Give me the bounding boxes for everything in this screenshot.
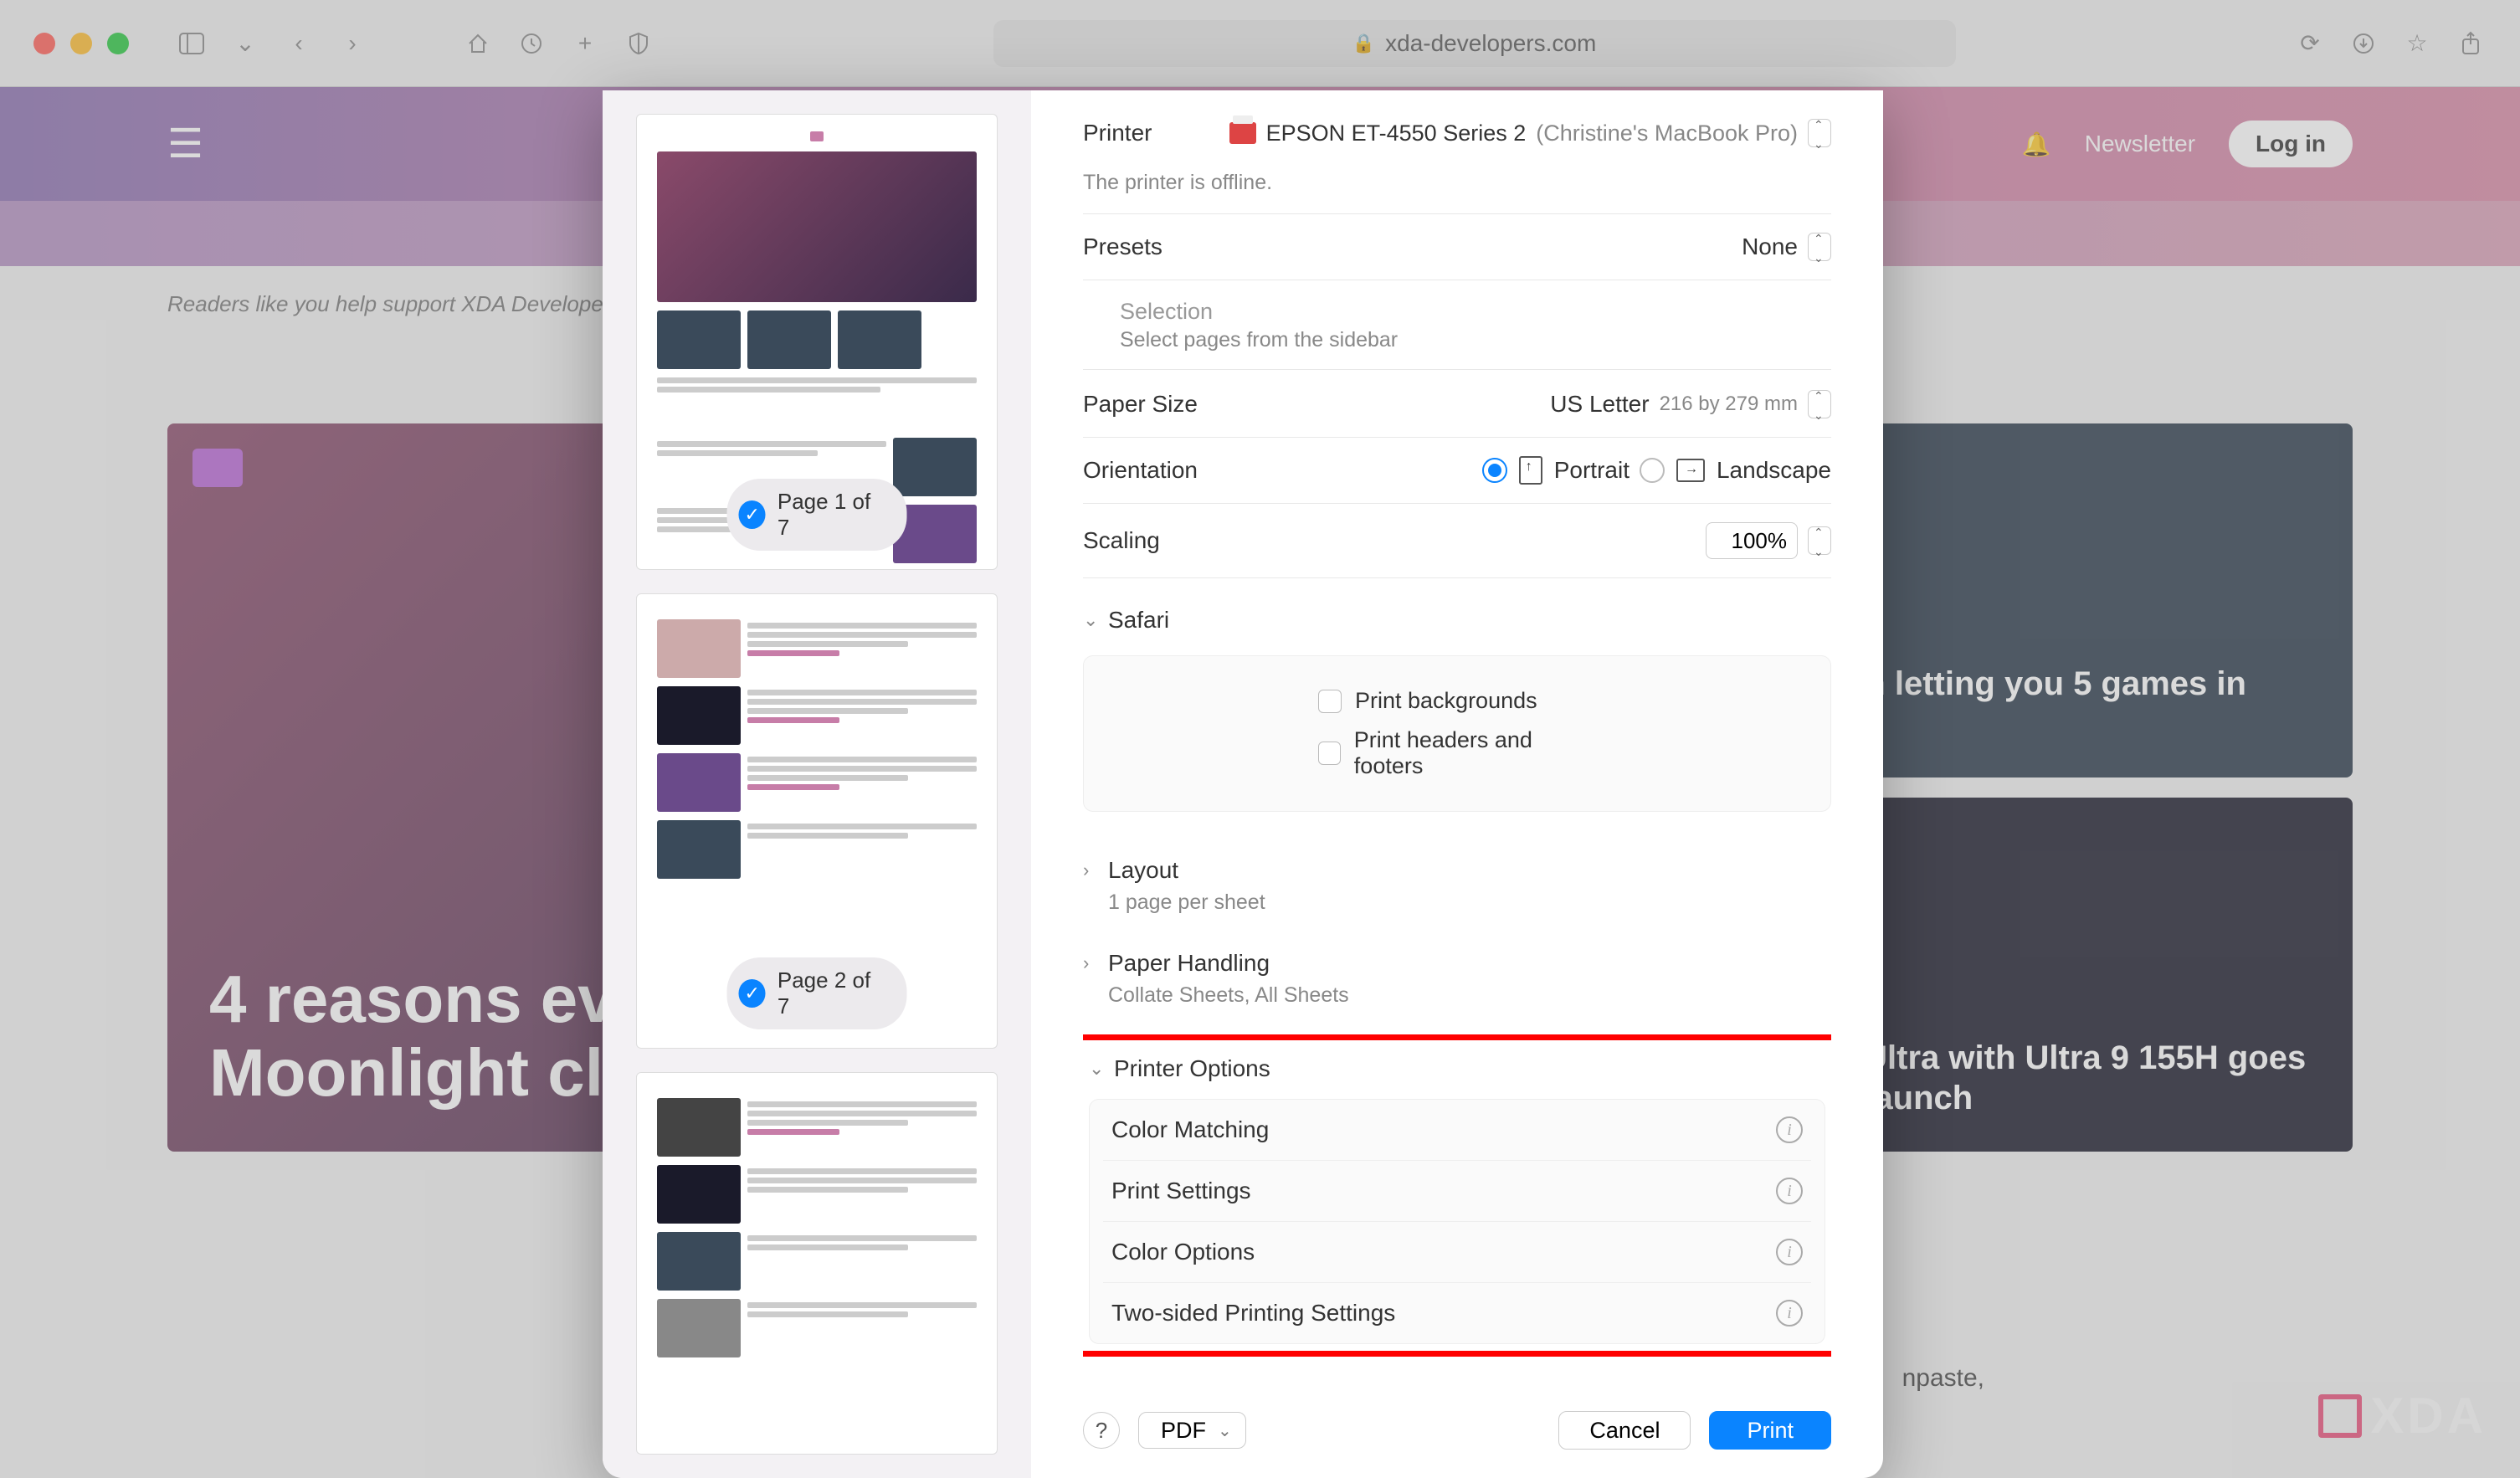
scaling-row: Scaling [1083,504,1831,578]
safari-section[interactable]: ⌄ Safari [1083,578,1831,640]
scaling-input[interactable] [1706,522,1798,559]
info-icon[interactable]: i [1776,1178,1803,1204]
info-icon[interactable]: i [1776,1116,1803,1143]
thumbnail-page-2[interactable]: ✓ Page 2 of 7 [636,593,998,1049]
newsletter-link[interactable]: Newsletter [2085,131,2195,157]
checkbox-icon[interactable] [1318,742,1341,765]
new-tab-icon[interactable]: + [569,28,601,59]
layout-section[interactable]: › Layout [1083,839,1831,890]
stepper-icon[interactable] [1808,119,1831,147]
home-icon[interactable] [462,28,494,59]
presets-row[interactable]: Presets None [1083,214,1831,280]
print-button[interactable]: Print [1709,1411,1831,1450]
stepper-icon[interactable] [1808,390,1831,418]
printer-options-section[interactable]: ⌄ Printer Options [1089,1050,1825,1089]
address-bar[interactable]: 🔒 xda-developers.com [993,20,1956,67]
printer-options-highlight: ⌄ Printer Options Color Matching i Print… [1083,1034,1831,1357]
window-controls [33,33,129,54]
two-sided-option[interactable]: Two-sided Printing Settings i [1103,1283,1811,1343]
paper-size-row[interactable]: Paper Size US Letter 216 by 279 mm [1083,372,1831,438]
color-matching-option[interactable]: Color Matching i [1103,1100,1811,1161]
orientation-row: Orientation Portrait Landscape [1083,438,1831,504]
minimize-window[interactable] [70,33,92,54]
lock-icon: 🔒 [1352,33,1375,54]
back-icon[interactable]: ‹ [283,28,315,59]
cancel-button[interactable]: Cancel [1558,1411,1691,1450]
paper-handling-sub: Collate Sheets, All Sheets [1083,983,1831,1024]
safari-toolbar: ⌄ ‹ › + 🔒 xda-developers.com ⟳ ☆ [0,0,2520,87]
selection-row-partial: Selection Select pages from the sidebar [1083,295,1831,370]
checkbox-icon[interactable] [1318,690,1342,713]
forward-icon[interactable]: › [336,28,368,59]
printer-status-row: The printer is offline. [1083,166,1831,214]
login-button[interactable]: Log in [2229,121,2353,167]
check-icon: ✓ [739,500,766,529]
menu-icon[interactable]: ☰ [167,121,203,167]
color-options-option[interactable]: Color Options i [1103,1222,1811,1283]
print-backgrounds-checkbox[interactable]: Print backgrounds [1318,681,1596,721]
printer-row[interactable]: Printer EPSON ET-4550 Series 2 (Christin… [1083,90,1831,166]
landscape-icon [1676,459,1705,482]
reload-icon[interactable]: ⟳ [2294,28,2326,59]
bg-text: npaste, [1902,1364,1984,1393]
info-icon[interactable]: i [1776,1300,1803,1327]
check-icon: ✓ [739,979,766,1008]
downloads-icon[interactable] [2348,28,2379,59]
favorite-icon[interactable]: ☆ [2401,28,2433,59]
sidebar-toggle-icon[interactable] [176,28,208,59]
portrait-icon [1519,456,1542,485]
privacy-icon[interactable] [623,28,654,59]
page-pill-2: ✓ Page 2 of 7 [727,957,907,1029]
print-settings-option[interactable]: Print Settings i [1103,1161,1811,1222]
history-icon[interactable] [516,28,547,59]
pdf-dropdown[interactable]: PDF ⌄ [1138,1412,1246,1449]
paper-handling-section[interactable]: › Paper Handling [1083,931,1831,983]
orientation-portrait[interactable]: Portrait [1482,456,1630,485]
thumbnail-page-1[interactable]: ✓ Page 1 of 7 [636,114,998,570]
dialog-footer: ? PDF ⌄ Cancel Print [1083,1389,1831,1478]
printer-options-list: Color Matching i Print Settings i Color … [1089,1099,1825,1344]
page-pill-1: ✓ Page 1 of 7 [727,479,907,551]
safari-options: Print backgrounds Print headers and foot… [1083,655,1831,812]
chevron-right-icon: › [1083,860,1100,881]
stepper-icon[interactable] [1808,526,1831,555]
page-thumbnails: ✓ Page 1 of 7 ✓ Page 2 of 7 [603,90,1031,1478]
chevron-down-icon: ⌄ [1089,1058,1106,1080]
chevron-down-icon: ⌄ [1218,1420,1232,1441]
share-icon[interactable] [2455,28,2487,59]
chevron-down-icon[interactable]: ⌄ [229,28,261,59]
xda-watermark: XDA [2318,1387,2487,1445]
print-headers-checkbox[interactable]: Print headers and footers [1318,721,1596,786]
watermark-icon [2318,1394,2362,1438]
zoom-window[interactable] [107,33,129,54]
close-window[interactable] [33,33,55,54]
orientation-landscape[interactable]: Landscape [1640,457,1831,484]
stepper-icon[interactable] [1808,233,1831,261]
layout-sub: 1 page per sheet [1083,890,1831,931]
help-button[interactable]: ? [1083,1412,1120,1449]
printer-icon [1229,122,1256,144]
print-settings: Printer EPSON ET-4550 Series 2 (Christin… [1031,90,1883,1478]
chevron-right-icon: › [1083,952,1100,974]
url-text: xda-developers.com [1385,30,1596,57]
bell-icon: 🔔 [2022,131,2051,158]
info-icon[interactable]: i [1776,1239,1803,1265]
print-dialog: ✓ Page 1 of 7 ✓ Page 2 of 7 [603,90,1883,1478]
radio-checked-icon[interactable] [1482,458,1507,483]
chevron-down-icon: ⌄ [1083,609,1100,631]
thumbnail-page-3[interactable] [636,1072,998,1455]
radio-icon[interactable] [1640,458,1665,483]
badge-icon [192,449,243,487]
printer-info-section[interactable]: › Printer Info [1083,1373,1831,1389]
